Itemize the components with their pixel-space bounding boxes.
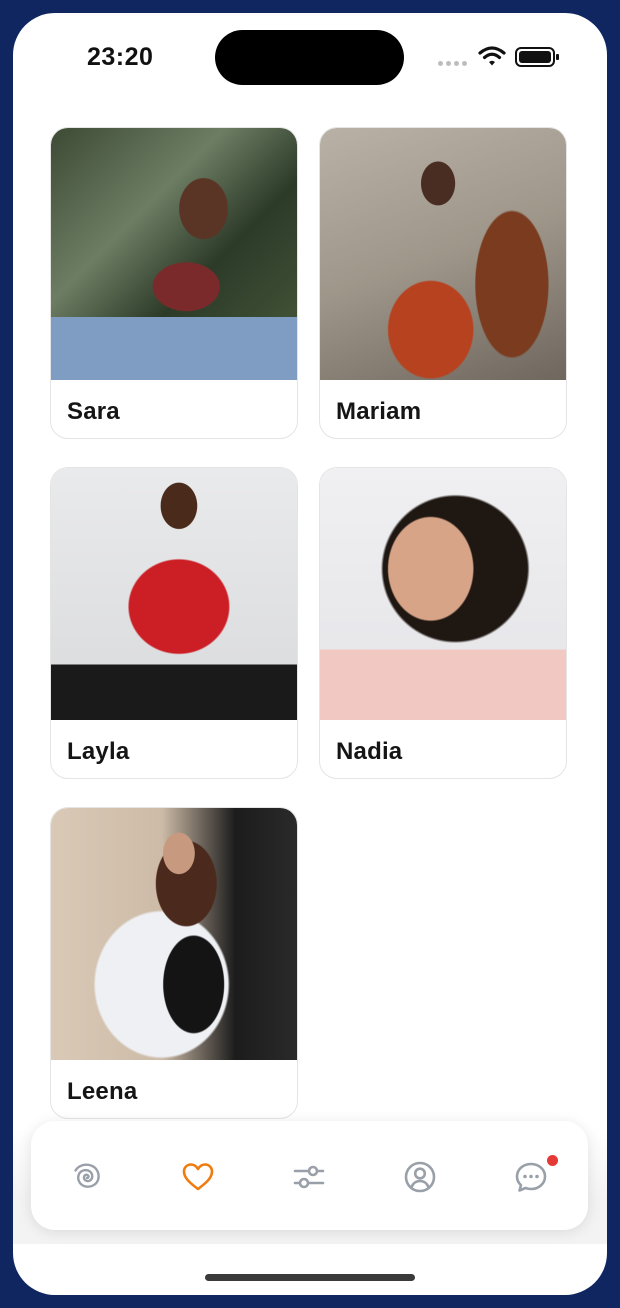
profile-name: Leena: [67, 1078, 138, 1105]
notification-badge: [547, 1155, 558, 1166]
profile-photo: [51, 128, 297, 380]
spiral-icon: [74, 1163, 100, 1188]
profile-name: Nadia: [336, 738, 403, 765]
bottom-navigation: [31, 1121, 588, 1230]
profile-card-layla[interactable]: Layla: [50, 467, 298, 779]
nav-likes-button[interactable]: [180, 1159, 216, 1195]
profile-card-leena[interactable]: Leena: [50, 807, 298, 1119]
profile-card-nadia[interactable]: Nadia: [319, 467, 567, 779]
wifi-icon: [478, 46, 506, 66]
nav-messages-button[interactable]: [513, 1159, 549, 1195]
app-screen: 23:20 Sara Mariam Layla Nadia Leena: [13, 13, 607, 1295]
nav-profile-button[interactable]: [402, 1159, 438, 1195]
nav-discover-button[interactable]: [69, 1159, 105, 1195]
device-frame: 23:20 Sara Mariam Layla Nadia Leena: [0, 0, 620, 1308]
profile-photo: [320, 128, 566, 380]
profile-photo: [320, 468, 566, 720]
home-indicator[interactable]: [205, 1274, 415, 1281]
status-time: 23:20: [87, 43, 154, 71]
profile-name: Sara: [67, 398, 120, 425]
sliders-icon: [293, 1165, 325, 1189]
nav-filters-button[interactable]: [291, 1159, 327, 1195]
profile-name: Layla: [67, 738, 130, 765]
signal-icon: [438, 61, 467, 66]
profile-icon: [404, 1161, 436, 1193]
profile-card-sara[interactable]: Sara: [50, 127, 298, 439]
profile-photo: [51, 468, 297, 720]
profile-name: Mariam: [336, 398, 422, 425]
chat-icon: [515, 1162, 547, 1192]
dynamic-island: [215, 30, 404, 85]
heart-icon: [182, 1163, 214, 1191]
battery-icon: [515, 47, 559, 67]
profile-photo: [51, 808, 297, 1060]
profile-card-mariam[interactable]: Mariam: [319, 127, 567, 439]
